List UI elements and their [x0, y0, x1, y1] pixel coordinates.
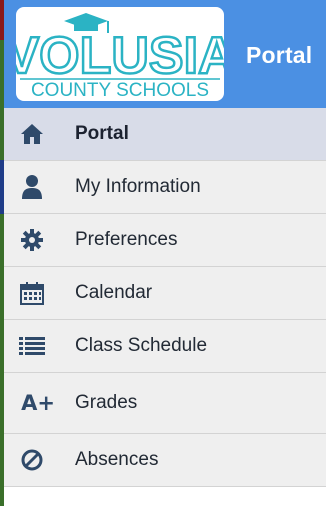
logo-wordmark: VOLUSIA — [16, 27, 224, 85]
sidebar-item-label: Preferences — [75, 229, 178, 250]
sidebar-item-preferences[interactable]: Preferences — [4, 214, 326, 267]
sidebar-item-label: Absences — [75, 449, 159, 470]
calendar-icon — [18, 279, 46, 307]
grades-icon-text: A+ — [21, 391, 55, 415]
app-header: VOLUSIA COUNTY SCHOOLS Portal — [4, 0, 326, 108]
gear-icon — [18, 226, 46, 254]
home-icon — [18, 120, 46, 148]
logo-subtitle: COUNTY SCHOOLS — [31, 80, 209, 101]
sidebar-menu: Portal My Information Preferences Calend… — [4, 108, 326, 487]
app-title: Portal — [246, 42, 313, 68]
sidebar-item-class-schedule[interactable]: Class Schedule — [4, 320, 326, 373]
sidebar-item-label: My Information — [75, 176, 201, 197]
sidebar-item-my-information[interactable]: My Information — [4, 161, 326, 214]
district-logo[interactable]: VOLUSIA COUNTY SCHOOLS — [16, 7, 224, 101]
sidebar-item-label: Class Schedule — [75, 335, 208, 356]
sidebar-item-absences[interactable]: Absences — [4, 434, 326, 487]
sidebar-item-calendar[interactable]: Calendar — [4, 267, 326, 320]
sidebar-item-grades[interactable]: A+ Grades — [4, 373, 326, 434]
list-icon — [18, 332, 46, 360]
absence-icon — [18, 446, 46, 474]
sidebar-item-portal[interactable]: Portal — [4, 108, 326, 161]
logo-graphic: VOLUSIA COUNTY SCHOOLS — [16, 13, 224, 101]
sidebar-item-label: Calendar — [75, 282, 153, 303]
grades-icon: A+ — [16, 389, 60, 417]
sidebar-item-label: Portal — [75, 123, 129, 144]
user-icon — [18, 173, 46, 201]
sidebar-item-label: Grades — [75, 392, 138, 413]
